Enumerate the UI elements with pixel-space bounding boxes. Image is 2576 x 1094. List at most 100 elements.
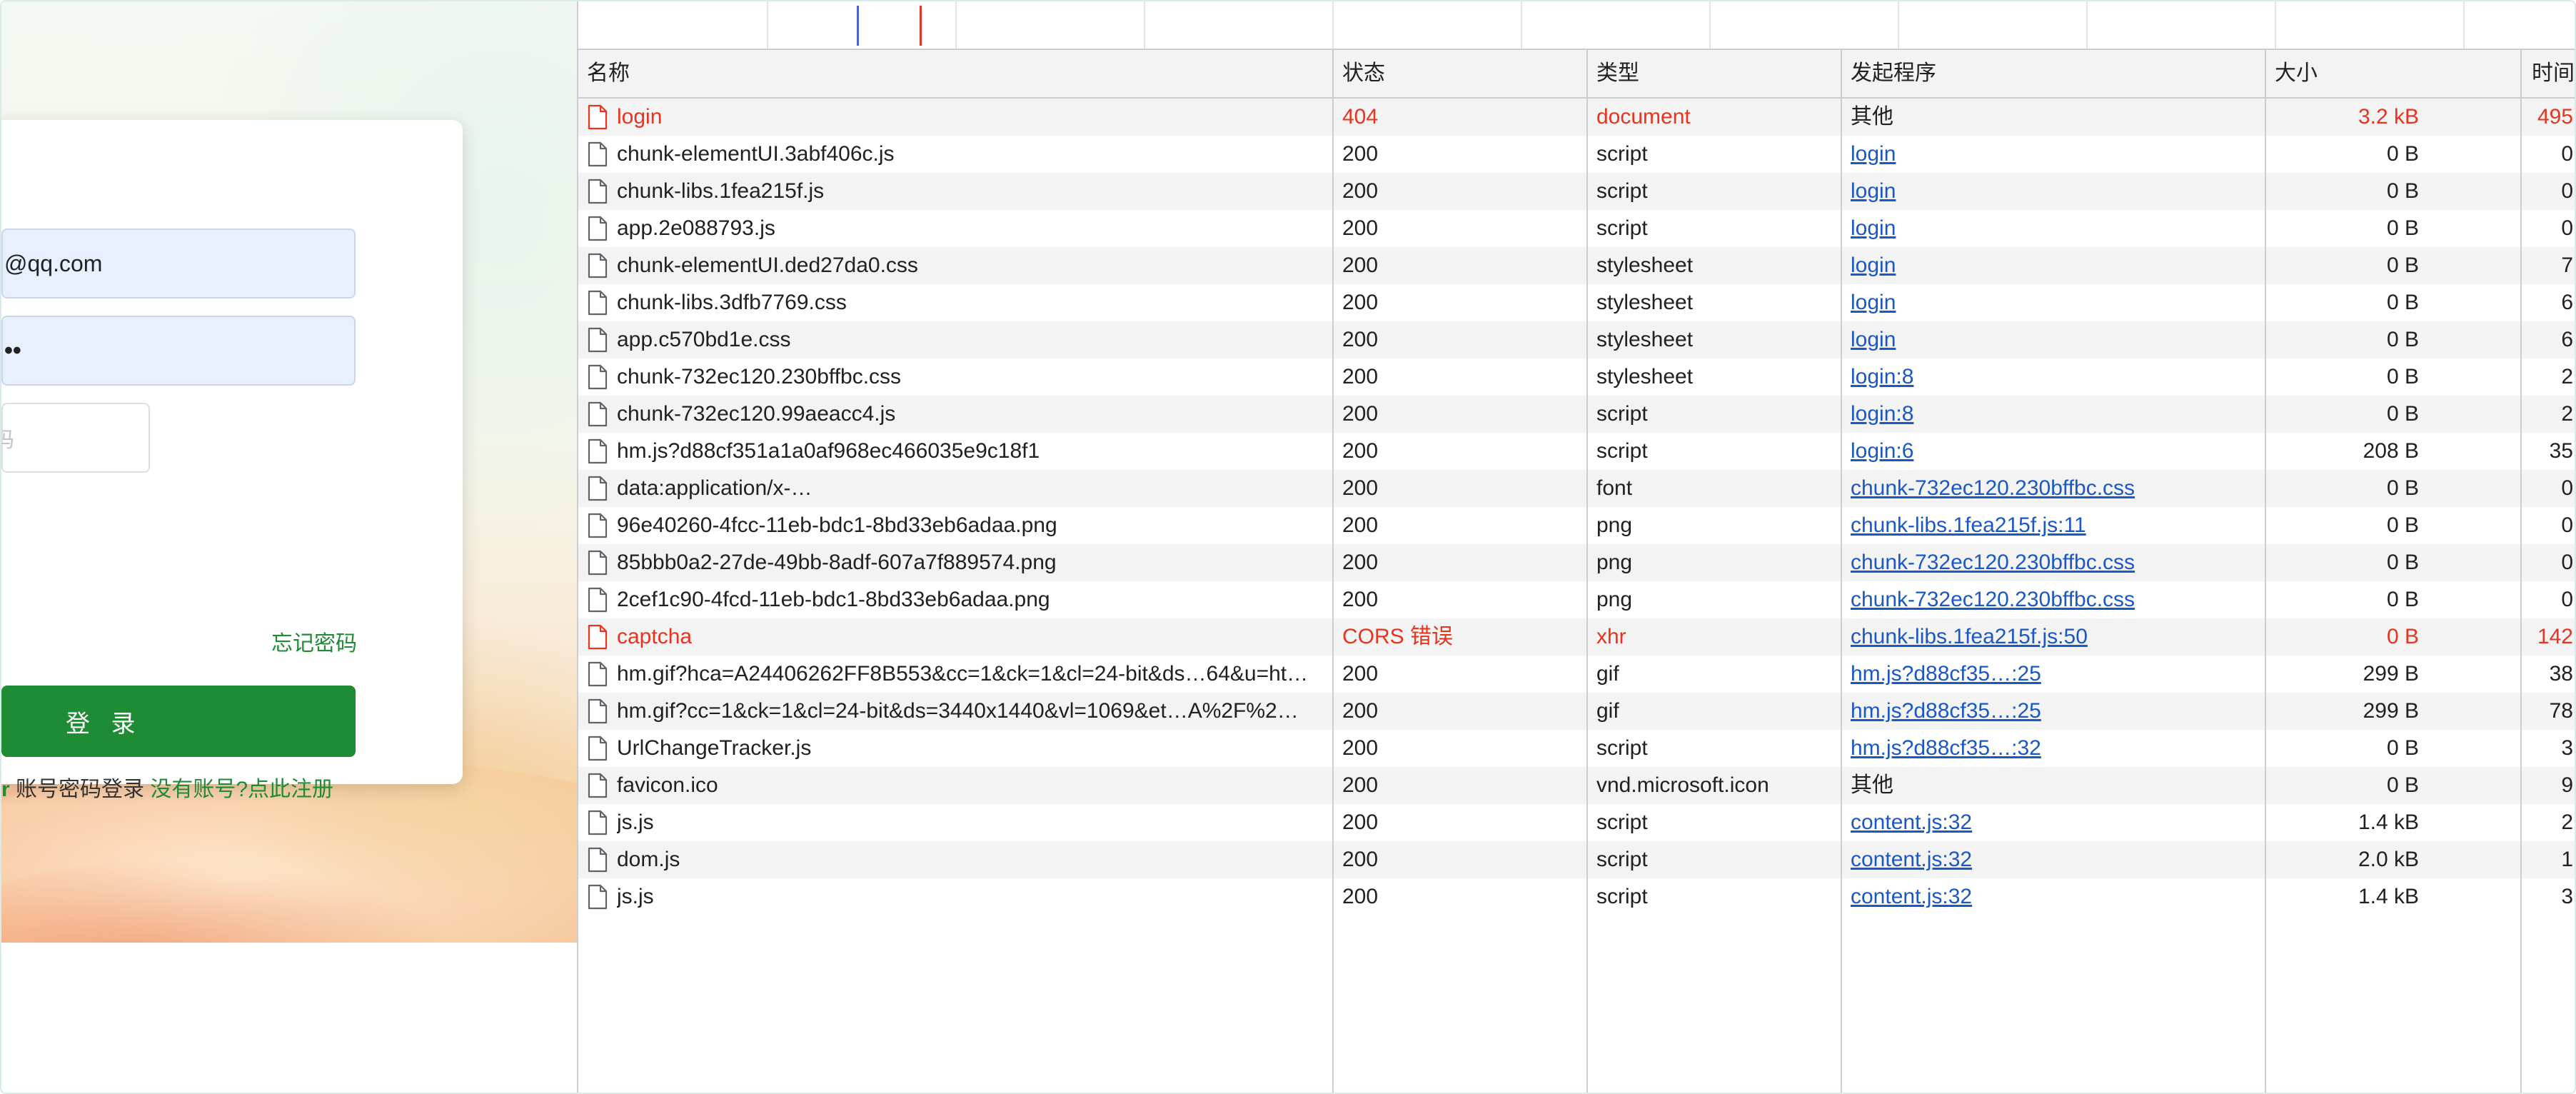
initiator-link[interactable]: chunk-732ec120.230bffbc.css <box>1851 551 2135 574</box>
request-name-cell[interactable]: js.js <box>587 804 1314 841</box>
initiator-link[interactable]: hm.js?d88cf35…:25 <box>1851 699 2041 723</box>
column-header-time[interactable]: 时间 <box>2523 50 2575 97</box>
initiator-link[interactable]: chunk-732ec120.230bffbc.css <box>1851 476 2135 500</box>
initiator-link[interactable]: login:8 <box>1851 365 1913 388</box>
request-initiator-cell: login:8 <box>1851 396 2265 433</box>
file-icon <box>588 179 608 204</box>
initiator-link[interactable]: login <box>1851 179 1896 203</box>
request-time: 0 <box>2561 179 2573 203</box>
request-initiator-cell: login <box>1851 136 2265 173</box>
column-header-size[interactable]: 大小 <box>2266 50 2427 97</box>
table-row[interactable]: hm.js?d88cf351a1a0af968ec466035e9c18f1 20… <box>578 433 2575 470</box>
initiator-link[interactable]: content.js:32 <box>1851 885 1972 908</box>
request-time: 35 <box>2549 439 2573 463</box>
table-row[interactable]: captcha CORS 错误 xhr chunk-libs.1fea215f.js:… <box>578 618 2575 656</box>
column-header-initiator[interactable]: 发起程序 <box>1842 50 2263 97</box>
table-row[interactable]: hm.gif?hca=A24406262FF8B553&cc=1&ck=1&cl… <box>578 656 2575 693</box>
table-row[interactable]: chunk-732ec120.99aeacc4.js 200 script login… <box>578 396 2575 433</box>
forgot-password-link[interactable]: 忘记密码 <box>271 626 357 657</box>
request-time: 0 <box>2561 142 2573 166</box>
table-row[interactable]: js.js 200 script content.js:32 1.4 kB 3 <box>578 878 2575 915</box>
initiator-link[interactable]: content.js:32 <box>1851 811 1972 834</box>
request-time: 2 <box>2561 402 2573 426</box>
table-row[interactable]: chunk-libs.3dfb7769.css 200 stylesheet logi… <box>578 284 2575 321</box>
request-name-cell[interactable]: hm.js?d88cf351a1a0af968ec466035e9c18f1 <box>587 433 1314 470</box>
column-header-name[interactable]: 名称 <box>578 50 1331 97</box>
request-name-cell[interactable]: chunk-732ec120.230bffbc.css <box>587 358 1314 396</box>
request-time: 0 <box>2561 588 2573 611</box>
table-row[interactable]: login 404 document 其他 3.2 kB 495 <box>578 99 2575 136</box>
request-name-cell[interactable]: UrlChangeTracker.js <box>587 730 1314 767</box>
table-row[interactable]: dom.js 200 script content.js:32 2.0 kB 1 <box>578 841 2575 878</box>
column-header-status[interactable]: 状态 <box>1334 50 1586 97</box>
request-name-cell[interactable]: 2cef1c90-4fcd-11eb-bdc1-8bd33eb6adaa.png <box>587 581 1314 618</box>
initiator-link[interactable]: login:8 <box>1851 402 1913 426</box>
table-row[interactable]: favicon.ico 200 vnd.microsoft.icon 其他 0 B 9 <box>578 767 2575 804</box>
request-name-cell[interactable]: chunk-elementUI.ded27da0.css <box>587 247 1314 284</box>
table-row[interactable]: app.c570bd1e.css 200 stylesheet login 0 B 6 <box>578 321 2575 358</box>
login-button[interactable]: 登 录 <box>1 686 356 757</box>
initiator-link[interactable]: chunk-libs.1fea215f.js:11 <box>1851 513 2086 537</box>
file-icon <box>588 290 608 316</box>
table-row[interactable]: hm.gif?cc=1&ck=1&cl=24-bit&ds=3440x1440&… <box>578 693 2575 730</box>
request-name-cell[interactable]: chunk-libs.1fea215f.js <box>587 173 1314 210</box>
request-time: 1 <box>2561 848 2573 871</box>
initiator-link[interactable]: hm.js?d88cf35…:25 <box>1851 662 2041 686</box>
table-row[interactable]: app.2e088793.js 200 script login 0 B 0 <box>578 210 2575 247</box>
initiator-link[interactable]: chunk-732ec120.230bffbc.css <box>1851 588 2135 611</box>
request-name-cell[interactable]: dom.js <box>587 841 1314 878</box>
column-header-type[interactable]: 类型 <box>1588 50 1841 97</box>
network-timeline[interactable] <box>578 1 2575 50</box>
request-name-cell[interactable]: favicon.ico <box>587 767 1314 804</box>
request-name-cell[interactable]: chunk-732ec120.99aeacc4.js <box>587 396 1314 433</box>
table-row[interactable]: 85bbb0a2-27de-49bb-8adf-607a7f889574.png… <box>578 544 2575 581</box>
request-name-cell[interactable]: 96e40260-4fcc-11eb-bdc1-8bd33eb6adaa.png <box>587 507 1314 544</box>
request-status: 200 <box>1342 439 1379 463</box>
initiator-text: 其他 <box>1851 105 1893 129</box>
request-name-cell[interactable]: chunk-libs.3dfb7769.css <box>587 284 1314 321</box>
request-name-cell[interactable]: app.2e088793.js <box>587 210 1314 247</box>
initiator-link[interactable]: hm.js?d88cf35…:32 <box>1851 736 2041 760</box>
captcha-placeholder: 码 <box>1 422 14 453</box>
request-time: 6 <box>2561 328 2573 351</box>
initiator-link[interactable]: login <box>1851 291 1896 314</box>
captcha-input[interactable]: 码 <box>1 403 150 473</box>
request-size: 0 B <box>2386 773 2419 797</box>
request-name-cell[interactable]: app.c570bd1e.css <box>587 321 1314 358</box>
request-name-cell[interactable]: captcha <box>587 618 1314 656</box>
request-type: xhr <box>1596 625 1626 648</box>
table-row[interactable]: chunk-732ec120.230bffbc.css 200 stylesheet… <box>578 358 2575 396</box>
request-name-cell[interactable]: js.js <box>587 878 1314 915</box>
table-row[interactable]: UrlChangeTracker.js 200 script hm.js?d88cf3… <box>578 730 2575 767</box>
request-name: 96e40260-4fcc-11eb-bdc1-8bd33eb6adaa.png <box>617 513 1057 537</box>
initiator-link[interactable]: login:6 <box>1851 439 1913 463</box>
request-name-cell[interactable]: chunk-elementUI.3abf406c.js <box>587 136 1314 173</box>
table-row[interactable]: js.js 200 script content.js:32 1.4 kB 2 <box>578 804 2575 841</box>
request-type: stylesheet <box>1596 365 1694 388</box>
table-row[interactable]: 2cef1c90-4fcd-11eb-bdc1-8bd33eb6adaa.png… <box>578 581 2575 618</box>
table-row[interactable]: data:application/x-… 200 font chunk-732ec12… <box>578 470 2575 507</box>
table-row[interactable]: 96e40260-4fcc-11eb-bdc1-8bd33eb6adaa.png… <box>578 507 2575 544</box>
request-name-cell[interactable]: data:application/x-… <box>587 470 1314 507</box>
table-row[interactable]: chunk-libs.1fea215f.js 200 script login 0 B 0 <box>578 173 2575 210</box>
request-status: 404 <box>1342 105 1379 129</box>
request-name-cell[interactable]: hm.gif?hca=A24406262FF8B553&cc=1&ck=1&cl… <box>587 656 1314 693</box>
request-name-cell[interactable]: login <box>587 99 1314 136</box>
initiator-link[interactable]: login <box>1851 216 1896 240</box>
initiator-link[interactable]: login <box>1851 254 1896 277</box>
request-name-cell[interactable]: 85bbb0a2-27de-49bb-8adf-607a7f889574.png <box>587 544 1314 581</box>
password-field[interactable]: •• <box>1 316 356 386</box>
table-row[interactable]: chunk-elementUI.ded27da0.css 200 styleshee… <box>578 247 2575 284</box>
initiator-link[interactable]: login <box>1851 142 1896 166</box>
password-login-link[interactable]: 账号密码登录 <box>10 778 151 801</box>
email-field[interactable]: @qq.com <box>1 229 356 298</box>
request-initiator-cell: content.js:32 <box>1851 878 2265 915</box>
table-row[interactable]: chunk-elementUI.3abf406c.js 200 script logi… <box>578 136 2575 173</box>
load-marker <box>920 6 922 46</box>
request-time: 142 <box>2537 625 2573 648</box>
initiator-link[interactable]: login <box>1851 328 1896 351</box>
initiator-link[interactable]: chunk-libs.1fea215f.js:50 <box>1851 625 2088 648</box>
request-name-cell[interactable]: hm.gif?cc=1&ck=1&cl=24-bit&ds=3440x1440&… <box>587 693 1314 730</box>
initiator-link[interactable]: content.js:32 <box>1851 848 1972 871</box>
register-link[interactable]: 没有账号?点此注册 <box>150 778 333 801</box>
